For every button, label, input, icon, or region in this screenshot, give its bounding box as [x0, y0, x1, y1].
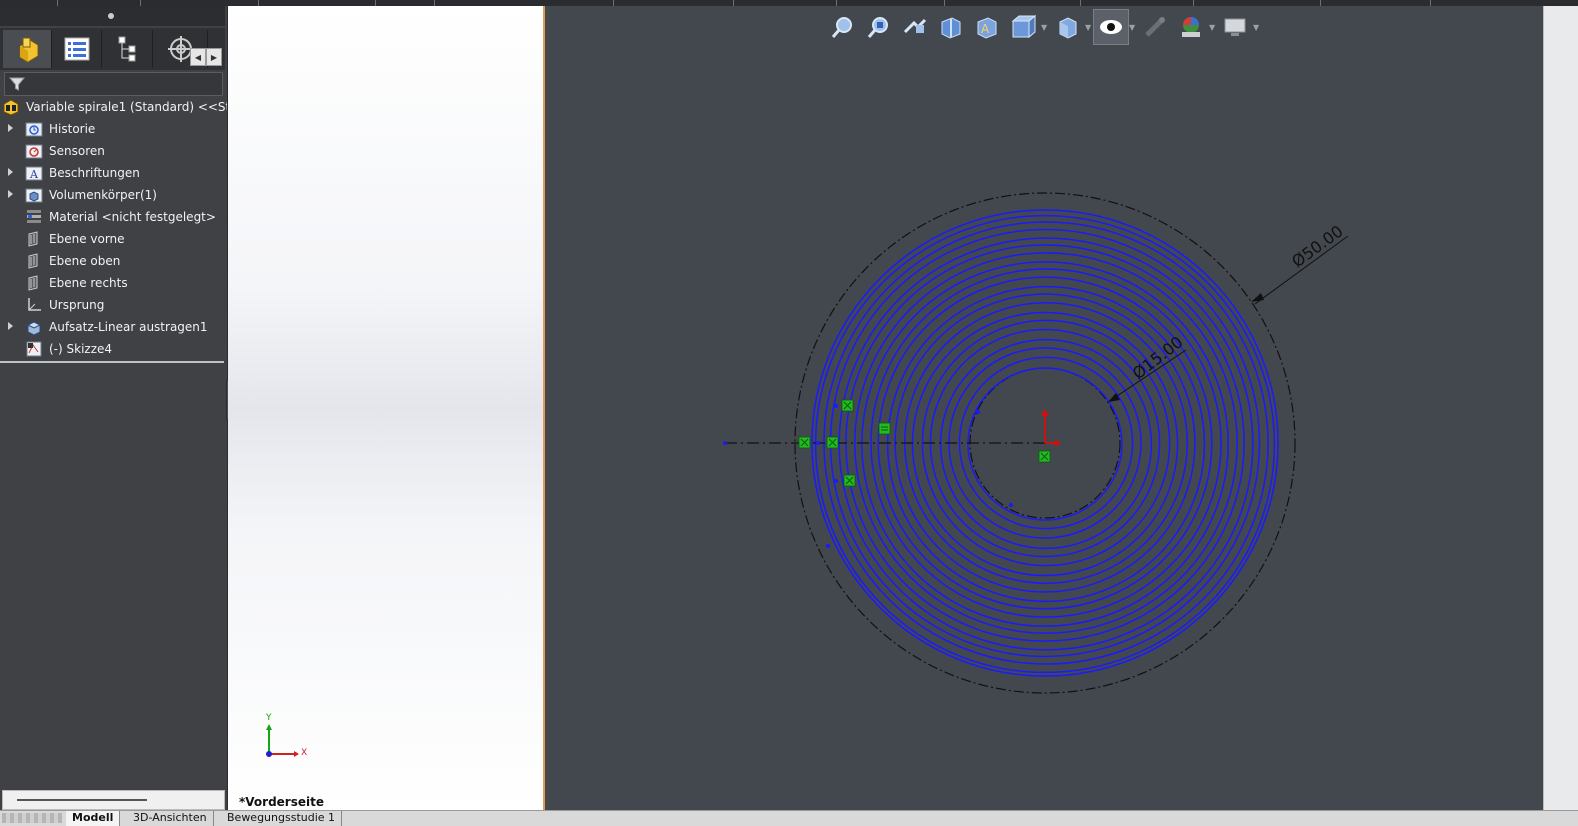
history-folder-icon [25, 122, 43, 137]
dynamic-annotation-view-button[interactable]: A [969, 9, 1005, 45]
expand-arrow-icon[interactable] [8, 322, 13, 330]
view-background-area [228, 6, 543, 812]
property-list-icon [64, 37, 90, 61]
tree-item-aufsatz[interactable]: Aufsatz-Linear austragen1 [0, 316, 227, 338]
view-orientation-button[interactable] [1005, 9, 1041, 45]
view-orientation-icon [1011, 14, 1036, 39]
apply-scene-button[interactable] [1173, 9, 1209, 45]
tree-item-label: (-) Skizze4 [49, 342, 113, 356]
tree-item-ursprung[interactable]: Ursprung [0, 294, 227, 316]
triad-x-label: X [301, 748, 307, 758]
tree-item-ebene-rechts[interactable]: Ebene rechts [0, 272, 227, 294]
display-style-dropdown-icon[interactable]: ▼ [1085, 23, 1093, 32]
tree-item-label: Aufsatz-Linear austragen1 [49, 320, 208, 334]
expand-arrow-icon[interactable] [8, 190, 13, 198]
tab-scroll-right-icon[interactable]: ▶ [206, 48, 222, 66]
outer-diameter-dimension[interactable]: Ø50.00 [1288, 222, 1346, 272]
tab-bewegungsstudie[interactable]: Bewegungsstudie 1 [221, 811, 343, 826]
section-view-icon [941, 17, 961, 39]
zoom-to-area-button[interactable] [861, 9, 897, 45]
panel-tab-bar: ◀ ▶ [0, 28, 225, 70]
property-manager-tab[interactable] [53, 30, 102, 68]
tree-root-item[interactable]: Variable spirale1 (Standard) <<Standard [0, 96, 227, 118]
dynamic-annotation-view-icon: A [977, 17, 997, 39]
svg-text:A: A [29, 168, 39, 181]
task-pane-strip[interactable] [1543, 6, 1578, 812]
tree-item-beschriftungen[interactable]: A Beschriftungen [0, 162, 227, 184]
section-view-button[interactable] [933, 9, 969, 45]
extrude-icon [26, 321, 42, 336]
expand-arrow-icon[interactable] [8, 124, 13, 132]
tree-end-divider [0, 361, 224, 363]
view-orientation-dropdown-icon[interactable]: ▼ [1041, 23, 1049, 32]
tree-item-label: Beschriftungen [49, 166, 140, 180]
tab-scroll-left-icon[interactable]: ◀ [190, 48, 206, 66]
tab-3d-ansichten[interactable]: 3D-Ansichten [127, 811, 214, 826]
tree-item-label: Material <nicht festgelegt> [49, 210, 216, 224]
feature-manager-tab[interactable] [3, 30, 52, 68]
zoom-to-area-icon [867, 17, 888, 38]
view-orientation-label: *Vorderseite [239, 795, 324, 809]
part-icon [3, 99, 19, 116]
tree-root-label: Variable spirale1 (Standard) <<Standard [26, 100, 227, 114]
tree-item-label: Ebene oben [49, 254, 121, 268]
panel-grip[interactable] [0, 6, 225, 26]
view-settings-button[interactable] [1217, 9, 1253, 45]
plane-icon [28, 275, 38, 291]
tree-item-material[interactable]: Material <nicht festgelegt> [0, 206, 227, 228]
material-icon [27, 210, 41, 223]
origin-icon [28, 298, 41, 311]
display-style-icon [1059, 17, 1077, 39]
configuration-manager-tab[interactable] [104, 30, 153, 68]
filter-icon [9, 77, 25, 91]
hide-show-dropdown-icon[interactable]: ▼ [1129, 23, 1137, 32]
tree-item-label: Sensoren [49, 144, 105, 158]
view-settings-dropdown-icon[interactable]: ▼ [1253, 23, 1261, 32]
svg-text:A: A [981, 22, 990, 36]
tree-item-label: Volumenkörper(1) [49, 188, 157, 202]
expand-arrow-icon[interactable] [8, 168, 13, 176]
tab-modell[interactable]: Modell [66, 811, 121, 826]
solid-bodies-icon [25, 188, 43, 203]
tree-item-label: Ursprung [49, 298, 105, 312]
tree-item-sensoren[interactable]: Sensoren [0, 140, 227, 162]
zoom-to-fit-icon [831, 17, 852, 38]
zoom-to-fit-button[interactable] [825, 9, 861, 45]
annotations-icon: A [25, 166, 43, 181]
display-style-button[interactable] [1049, 9, 1085, 45]
sketch-canvas[interactable]: Ø50.00 Ø15.00 [545, 6, 1543, 812]
sensor-icon [25, 144, 43, 159]
part-icon [19, 37, 39, 63]
tree-item-label: Historie [49, 122, 96, 136]
heads-up-view-toolbar: A ▼ ▼ ▼ ▼ ▼ [825, 8, 1261, 46]
tree-item-label: Ebene vorne [49, 232, 125, 246]
hide-show-items-button[interactable] [1093, 9, 1129, 45]
tree-item-ebene-vorne[interactable]: Ebene vorne [0, 228, 227, 250]
feature-manager-panel: ◀ ▶ Variable spirale1 (Standard) <<Stand… [0, 6, 228, 810]
tree-item-volumenkoerper[interactable]: Volumenkörper(1) [0, 184, 227, 206]
tree-item-historie[interactable]: Historie [0, 118, 227, 140]
tree-item-ebene-oben[interactable]: Ebene oben [0, 250, 227, 272]
tab-navigation-arrows[interactable] [2, 813, 62, 823]
previous-view-icon [903, 18, 927, 34]
tree-filter-field[interactable] [4, 72, 223, 96]
edit-appearance-icon [1145, 17, 1165, 37]
tree-item-skizze4[interactable]: (-) Skizze4 [0, 338, 227, 360]
hide-show-items-icon [1100, 20, 1122, 34]
coordinate-triad: Y X [265, 713, 307, 758]
triad-y-label: Y [265, 713, 272, 723]
previous-view-button[interactable] [897, 9, 933, 45]
plane-icon [28, 231, 38, 247]
apply-scene-dropdown-icon[interactable]: ▼ [1209, 23, 1217, 32]
sketch-icon [26, 341, 42, 357]
tree-item-label: Ebene rechts [49, 276, 128, 290]
bottom-tab-bar: Modell 3D-Ansichten Bewegungsstudie 1 [0, 810, 1578, 826]
view-settings-icon [1224, 18, 1246, 36]
apply-scene-icon [1182, 17, 1200, 37]
configuration-icon [118, 36, 136, 62]
edit-appearance-button[interactable] [1137, 9, 1173, 45]
plane-icon [28, 253, 38, 269]
panel-horizontal-scrollbar[interactable] [2, 790, 225, 810]
